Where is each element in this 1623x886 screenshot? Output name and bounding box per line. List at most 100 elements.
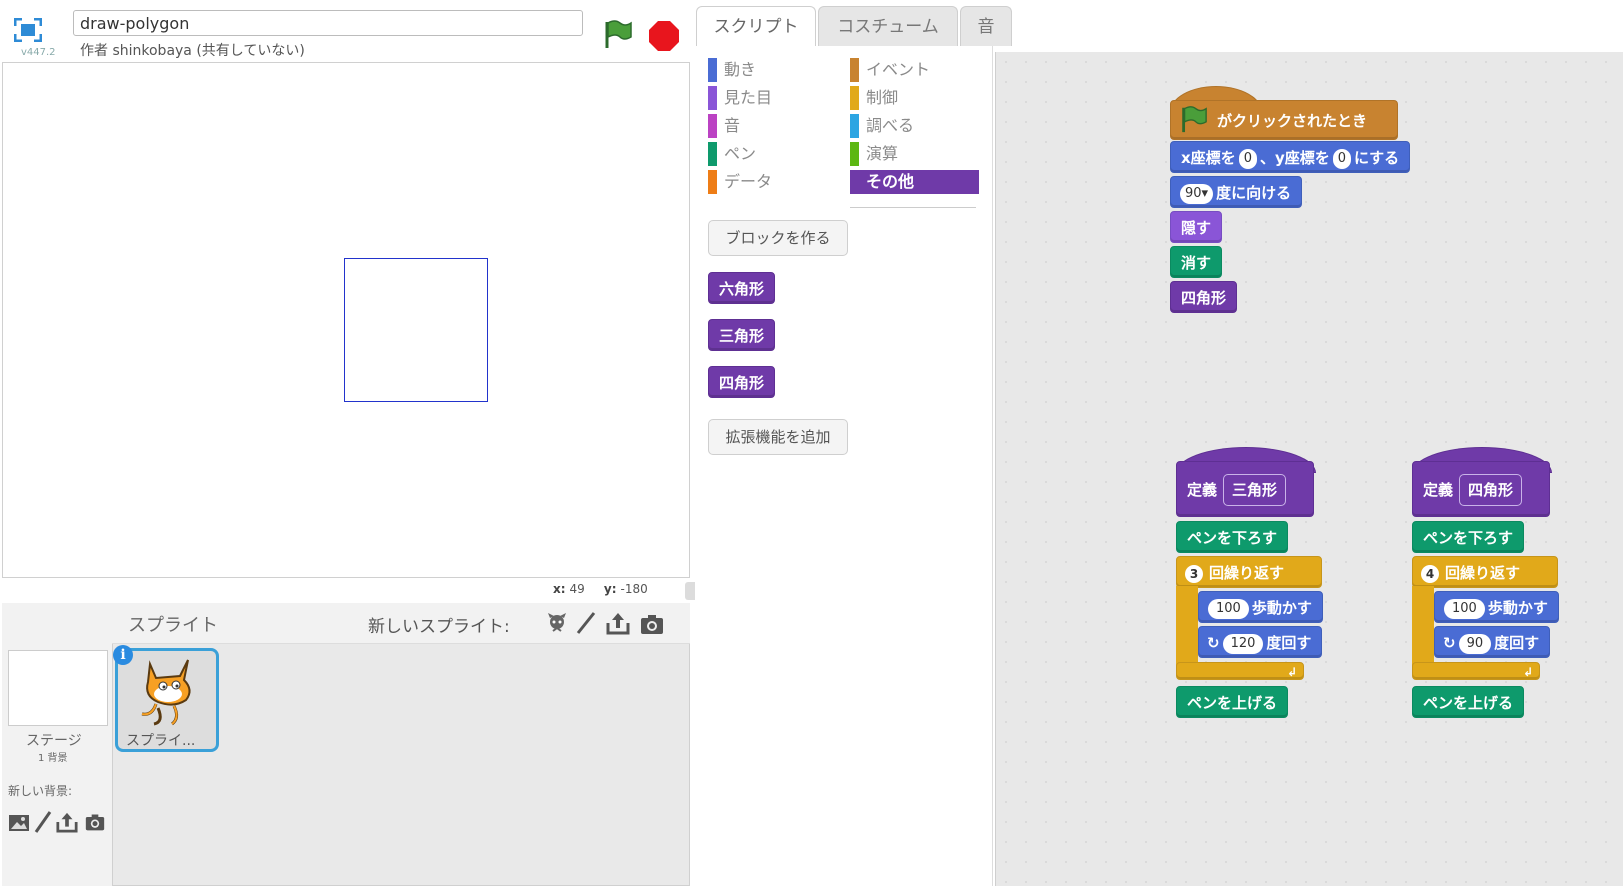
category-more-blocks[interactable]: その他 [850, 170, 979, 194]
category-label: 調べる [866, 116, 915, 135]
category-sound[interactable]: 音 [708, 114, 740, 138]
turn-label: 度回す [1494, 634, 1540, 652]
hide-block[interactable]: 隠す [1170, 211, 1223, 243]
move-steps-block[interactable]: 100 歩動かす [1434, 591, 1559, 623]
palette-block-triangle[interactable]: 三角形 [708, 319, 776, 351]
hat-label: がクリックされたとき [1217, 112, 1368, 130]
camera-sprite-icon[interactable] [640, 612, 664, 636]
goto-xy-block[interactable]: x座標を 0 、y座標を 0 にする [1170, 141, 1411, 173]
make-block-button[interactable]: ブロックを作る [708, 220, 848, 256]
version-label: v447.2 [21, 47, 56, 58]
pen-drawn-square [344, 258, 488, 402]
category-pen[interactable]: ペン [708, 142, 756, 166]
clear-block[interactable]: 消す [1170, 246, 1223, 278]
move-steps-block[interactable]: 100 歩動かす [1198, 591, 1323, 623]
goto-sep: 、y座標を [1259, 149, 1330, 167]
move-label: 歩動かす [1487, 599, 1548, 617]
project-title-input[interactable]: draw-polygon [73, 10, 583, 36]
category-sensing[interactable]: 調べる [850, 114, 914, 138]
category-label: 制御 [866, 88, 899, 107]
define-name: 三角形 [1223, 474, 1287, 506]
turn-block[interactable]: ↻ 120 度回す [1198, 626, 1323, 658]
green-flag-icon [1182, 106, 1207, 133]
move-label: 歩動かす [1251, 599, 1312, 617]
goto-x-input[interactable]: 0 [1238, 148, 1257, 169]
new-backdrop-label: 新しい背景: [8, 784, 73, 798]
upload-sprite-icon[interactable] [606, 611, 630, 635]
repeat-label: 回繰り返す [1209, 564, 1285, 582]
pen-up-block[interactable]: ペンを上げる [1412, 686, 1525, 718]
repeat-block[interactable]: 4 回繰り返す [1412, 556, 1558, 588]
turn-block[interactable]: ↻ 90 度回す [1434, 626, 1551, 658]
define-triangle-block[interactable]: 定義 三角形 [1176, 461, 1314, 517]
mouse-coordinates: x: 49 y: -180 [553, 582, 648, 596]
goto-y-input[interactable]: 0 [1332, 148, 1352, 169]
repeat-end: ↲ [1412, 662, 1540, 680]
loop-arrow-icon: ↲ [1522, 665, 1533, 679]
define-label: 定義 [1187, 481, 1218, 499]
stage-thumbnail[interactable] [8, 650, 108, 726]
repeat-count-input[interactable]: 4 [1421, 564, 1439, 583]
repeat-arm [1412, 586, 1434, 668]
point-direction-block[interactable]: 90▾ 度に向ける [1170, 176, 1303, 208]
stage-label: ステージ [26, 733, 82, 749]
tab-costumes[interactable]: コスチューム [818, 6, 958, 46]
repeat-block[interactable]: 3 回繰り返す [1176, 556, 1322, 588]
category-motion[interactable]: 動き [708, 58, 756, 82]
pen-swatch [708, 142, 717, 166]
direction-label: 度に向ける [1216, 184, 1292, 202]
move-steps-input[interactable]: 100 [1444, 598, 1485, 619]
category-label: その他 [866, 172, 915, 191]
category-label: 動き [724, 60, 757, 79]
upload-backdrop-icon[interactable] [56, 811, 78, 833]
pen-down-block[interactable]: ペンを下ろす [1412, 521, 1525, 553]
define-square-block[interactable]: 定義 四角形 [1412, 461, 1550, 517]
move-steps-input[interactable]: 100 [1208, 598, 1249, 619]
mouse-x-label: x: [553, 582, 566, 596]
tab-sounds[interactable]: 音 [960, 6, 1012, 46]
category-looks[interactable]: 見た目 [708, 86, 772, 110]
paint-backdrop-icon[interactable] [34, 811, 52, 833]
turn-label: 度回す [1266, 634, 1312, 652]
looks-swatch [708, 86, 717, 110]
mouse-x-value: 49 [569, 582, 585, 596]
backdrop-library-icon[interactable] [8, 813, 30, 833]
green-flag-icon[interactable] [602, 18, 632, 50]
sound-swatch [708, 114, 717, 138]
category-operators[interactable]: 演算 [850, 142, 898, 166]
direction-value: 90 [1185, 185, 1202, 201]
turn-degrees-input[interactable]: 120 [1222, 633, 1264, 654]
repeat-count-input[interactable]: 3 [1185, 564, 1203, 583]
stage-size-toggle[interactable] [685, 582, 695, 600]
palette-divider [850, 207, 976, 208]
fullscreen-icon[interactable] [14, 18, 42, 42]
palette-block-hexagon[interactable]: 六角形 [708, 272, 776, 304]
sprite-info-icon[interactable]: i [113, 645, 133, 665]
data-swatch [708, 170, 717, 194]
stop-icon[interactable] [648, 20, 680, 52]
goto-x-label: x座標を [1181, 149, 1236, 167]
call-square-block[interactable]: 四角形 [1170, 281, 1238, 313]
category-label: 音 [724, 116, 741, 135]
new-sprite-label: 新しいスプライト: [368, 617, 510, 637]
category-control[interactable]: 制御 [850, 86, 898, 110]
category-data[interactable]: データ [708, 170, 772, 194]
category-events[interactable]: イベント [850, 58, 930, 82]
palette-block-square[interactable]: 四角形 [708, 366, 776, 398]
author-line: 作者 shinkobaya (共有していない) [80, 43, 305, 59]
turn-degrees-input[interactable]: 90 [1458, 633, 1492, 654]
add-extension-button[interactable]: 拡張機能を追加 [708, 419, 848, 455]
category-label: ペン [724, 144, 757, 163]
pen-up-block[interactable]: ペンを上げる [1176, 686, 1289, 718]
pen-down-block[interactable]: ペンを下ろす [1176, 521, 1289, 553]
direction-dropdown[interactable]: 90▾ [1180, 183, 1214, 204]
sensing-swatch [850, 114, 859, 138]
loop-arrow-icon: ↲ [1286, 665, 1297, 679]
tab-scripts[interactable]: スクリプト [696, 6, 816, 48]
category-label: イベント [866, 60, 931, 79]
camera-backdrop-icon[interactable] [84, 812, 106, 832]
sprite-library-icon[interactable] [545, 611, 569, 635]
paint-sprite-icon[interactable] [574, 611, 598, 635]
sprites-title: スプライト [128, 615, 218, 636]
define-label: 定義 [1423, 481, 1454, 499]
